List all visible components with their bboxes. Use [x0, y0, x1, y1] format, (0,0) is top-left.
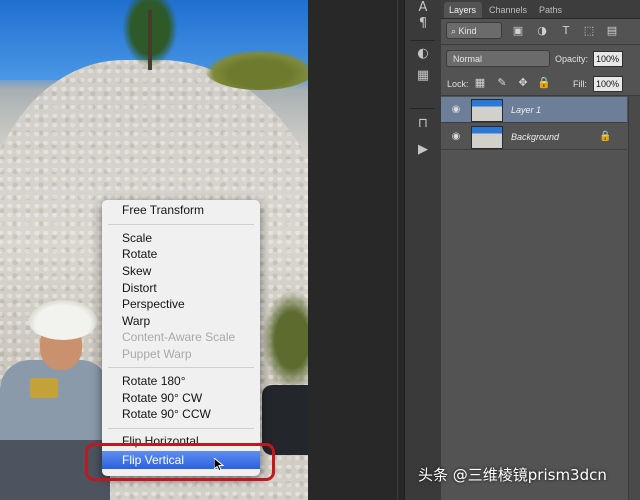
- menu-item-rotate-90-ccw[interactable]: Rotate 90° CCW: [102, 406, 260, 422]
- layer-thumbnail: [471, 99, 503, 122]
- layer-lock-icon: 🔒: [599, 131, 612, 142]
- panel-icon-strip: A ¶ ◐ ▦ ⊓ ▶: [404, 0, 442, 500]
- kind-label: Kind: [458, 26, 477, 36]
- layer-name: Layer 1: [511, 105, 542, 115]
- menu-separator: [108, 428, 254, 429]
- lock-transparent-pixels-icon[interactable]: ▦: [473, 76, 487, 90]
- lock-all-icon[interactable]: 🔒: [537, 76, 551, 90]
- menu-item-content-aware-scale: Content-Aware Scale: [122, 330, 236, 344]
- layer-row-layer-1[interactable]: ◉ Layer 1: [441, 97, 627, 123]
- transform-context-menu: Free Transform Scale Rotate Skew Distort…: [102, 200, 260, 476]
- fill-field[interactable]: 100%: [593, 76, 623, 92]
- menu-item-perspective[interactable]: Perspective: [102, 296, 260, 312]
- shirt-print: [30, 378, 58, 398]
- divider-line: [397, 0, 398, 500]
- shape-filter-icon[interactable]: ⬚: [582, 24, 596, 38]
- character-panel-icon[interactable]: A: [415, 0, 431, 16]
- menu-separator: [108, 224, 254, 225]
- menu-item-puppet-warp: Puppet Warp: [122, 347, 192, 361]
- lock-label: Lock:: [447, 79, 469, 89]
- panel-divider: [441, 44, 640, 45]
- lock-position-icon[interactable]: ✥: [516, 76, 530, 90]
- watermark-text: 头条 @三维棱镜prism3dcn: [418, 466, 607, 484]
- tab-layers[interactable]: Layers: [444, 2, 482, 18]
- panel-tab-bar: Layers Channels Paths: [441, 0, 640, 19]
- actions-panel-icon[interactable]: ▶: [415, 142, 431, 158]
- panel-divider: [441, 95, 640, 96]
- menu-item-rotate-180[interactable]: Rotate 180°: [102, 373, 260, 389]
- adjustment-filter-icon[interactable]: ◑: [535, 24, 549, 38]
- smart-object-filter-icon[interactable]: ▤: [605, 24, 619, 38]
- menu-item-rotate-90-cw[interactable]: Rotate 90° CW: [102, 390, 260, 406]
- tab-paths[interactable]: Paths: [534, 2, 570, 18]
- layers-scrollbar[interactable]: [628, 96, 640, 500]
- menu-separator: [108, 367, 254, 368]
- fill-label: Fill:: [573, 79, 587, 89]
- greenery: [262, 290, 308, 390]
- adjustments-panel-icon[interactable]: ◐: [415, 46, 431, 62]
- layers-panel: Layers Channels Paths ⌕ Kind ▣ ◑ T ⬚ ▤ N…: [441, 0, 640, 500]
- blend-mode-select[interactable]: Normal: [446, 50, 550, 67]
- opacity-label: Opacity:: [555, 54, 589, 64]
- layer-name: Background: [511, 132, 560, 142]
- mouse-pointer-icon: [214, 458, 224, 472]
- tab-channels[interactable]: Channels: [484, 2, 532, 18]
- menu-item-scale[interactable]: Scale: [102, 230, 260, 246]
- strip-separator: [411, 108, 435, 109]
- shirt: [0, 360, 110, 450]
- pixel-filter-icon[interactable]: ▣: [511, 24, 525, 38]
- filter-kind-select[interactable]: ⌕ Kind: [446, 22, 502, 39]
- lock-image-pixels-icon[interactable]: ✎: [495, 76, 509, 90]
- menu-item-distort[interactable]: Distort: [102, 280, 260, 296]
- hat: [28, 300, 98, 340]
- menu-item-skew[interactable]: Skew: [102, 263, 260, 279]
- menu-item-rotate[interactable]: Rotate: [102, 246, 260, 262]
- menu-item-free-transform[interactable]: Free Transform: [102, 202, 260, 218]
- styles-panel-icon[interactable]: ▦: [415, 68, 431, 84]
- canvas-background: [308, 0, 404, 500]
- tree-trunk: [148, 10, 152, 70]
- properties-panel-icon[interactable]: ⊓: [415, 116, 431, 132]
- opacity-field[interactable]: 100%: [593, 51, 623, 67]
- strip-separator: [411, 40, 435, 41]
- type-filter-icon[interactable]: T: [559, 24, 573, 38]
- menu-item-warp[interactable]: Warp: [102, 313, 260, 329]
- layer-row-background[interactable]: ◉ Background 🔒: [441, 124, 627, 150]
- search-icon: ⌕: [451, 26, 459, 36]
- annotation-highlight-ring: [85, 443, 275, 481]
- visibility-eye-icon[interactable]: ◉: [449, 130, 463, 144]
- visibility-eye-icon[interactable]: ◉: [449, 103, 463, 117]
- paragraph-panel-icon[interactable]: ¶: [415, 16, 431, 32]
- shrub: [205, 50, 308, 90]
- layer-thumbnail: [471, 126, 503, 149]
